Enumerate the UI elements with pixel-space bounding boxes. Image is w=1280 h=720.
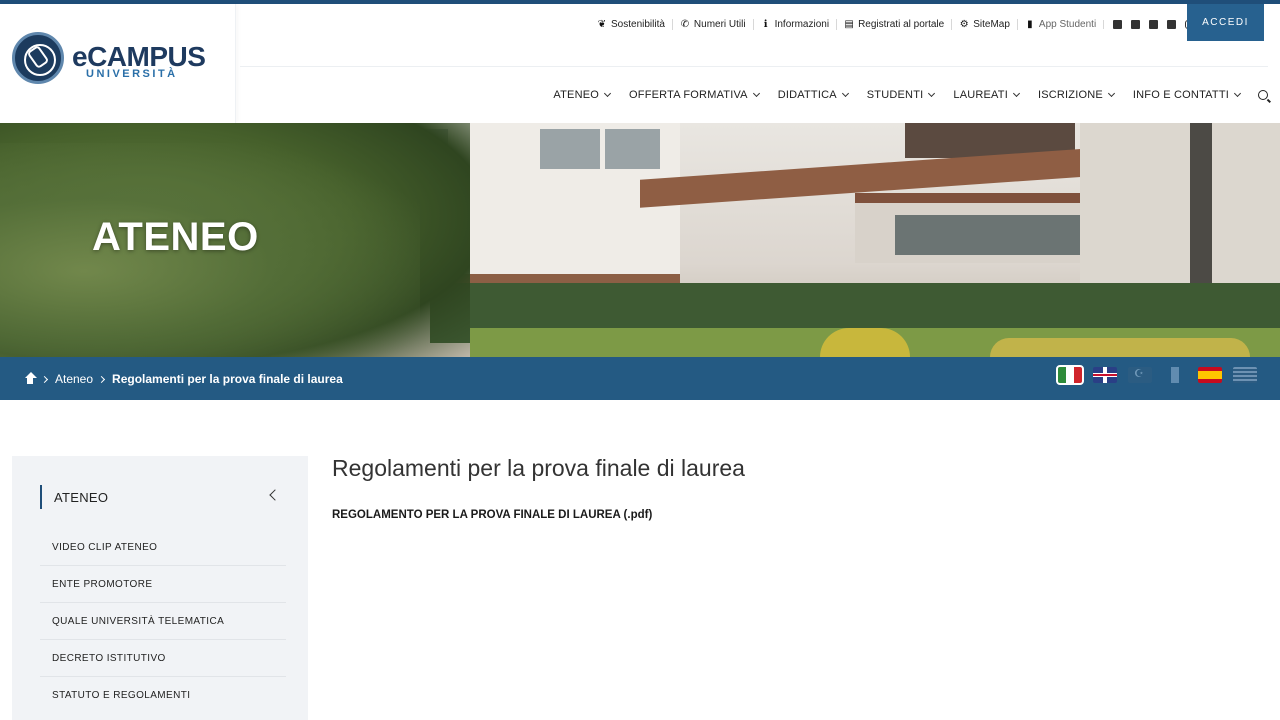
login-button[interactable]: ACCEDI [1187,4,1264,41]
flag-italian-icon[interactable] [1056,365,1084,385]
chevron-down-icon [1233,89,1242,98]
utility-link-informazioni[interactable]: ℹ Informazioni [754,18,838,30]
sidebar-item-statuto-regolamenti[interactable]: STATUTO E REGOLAMENTI [40,677,286,714]
home-icon[interactable] [24,372,37,384]
mobile-icon: ▮ [1027,18,1033,30]
sidebar-item-decreto-istitutivo[interactable]: DECRETO ISTITUTIVO [40,640,286,677]
nav-item-laureati[interactable]: LAUREATI [953,89,1020,101]
sidebar-item-ente-promotore[interactable]: ENTE PROMOTORE [40,566,286,603]
flag-greek-icon[interactable] [1233,367,1257,383]
twitter-icon[interactable] [1131,19,1141,29]
utility-link-label: Sostenibilità [611,18,665,30]
chevron-down-icon [841,89,849,98]
site-header: eCAMPUS UNIVERSITÀ ❦ Sostenibilità ✆ Num… [0,4,1280,123]
utility-link-label: SiteMap [973,18,1010,30]
search-icon[interactable] [1258,90,1268,100]
nav-item-studenti[interactable]: STUDENTI [866,89,936,101]
flag-french-icon[interactable] [1163,367,1187,383]
hero-photo-element [820,328,910,357]
hero-photo-element [990,338,1250,357]
nav-item-offerta-formativa[interactable]: OFFERTA FORMATIVA [629,89,760,101]
utility-link-label: Registrati al portale [858,18,945,30]
header-divider [240,66,1268,67]
utility-link-label: Numeri Utili [693,18,746,30]
logo-link[interactable]: eCAMPUS UNIVERSITÀ [0,4,236,123]
id-card-icon: ▤ [844,18,854,30]
brand-subtitle: UNIVERSITÀ [86,68,178,80]
flag-english-icon[interactable] [1093,367,1117,383]
nav-item-ateneo[interactable]: ATENEO [553,89,612,101]
chevron-right-icon [98,375,106,383]
nav-item-didattica[interactable]: DIDATTICA [777,89,849,101]
language-switcher [1056,365,1268,385]
page-title: Regolamenti per la prova finale di laure… [332,455,745,481]
chevron-down-icon [1012,89,1020,98]
breadcrumb-link-ateneo[interactable]: Ateneo [55,372,93,386]
utility-link-registrati[interactable]: ▤ Registrati al portale [837,18,953,30]
nav-item-info-contatti[interactable]: INFO E CONTATTI [1132,89,1242,101]
utility-link-sitemap[interactable]: ⚙ SiteMap [952,18,1018,30]
nav-item-label: INFO E CONTATTI [1132,89,1229,101]
breadcrumb-current: Regolamenti per la prova finale di laure… [112,372,343,386]
sidebar-menu: VIDEO CLIP ATENEO ENTE PROMOTORE QUALE U… [40,529,286,714]
hero-banner: ATENEO [0,123,1280,357]
nav-item-label: LAUREATI [953,89,1008,101]
linkedin-icon[interactable] [1167,19,1177,29]
nav-item-label: ATENEO [553,89,600,101]
sitemap-icon: ⚙ [959,18,969,30]
ecampus-logo-icon [12,32,64,84]
chevron-down-icon [928,89,936,98]
sidebar-item-universita-telematica[interactable]: QUALE UNIVERSITÀ TELEMATICA [40,603,286,640]
chevron-down-icon [603,89,612,98]
nav-item-label: ISCRIZIONE [1037,89,1103,101]
chevron-right-icon [40,375,49,383]
pdf-document-link[interactable]: REGOLAMENTO PER LA PROVA FINALE DI LAURE… [332,509,652,521]
chevron-down-icon [752,89,760,98]
breadcrumb: Ateneo Regolamenti per la prova finale d… [24,372,343,386]
main-nav: ATENEO OFFERTA FORMATIVA DIDATTICA STUDE… [553,88,1268,102]
breadcrumb-bar: Ateneo Regolamenti per la prova finale d… [0,357,1280,400]
utility-link-numeri-utili[interactable]: ✆ Numeri Utili [673,18,754,30]
sidebar-heading: ATENEO [40,485,108,509]
social-links [1103,19,1195,29]
utility-link-app-studenti[interactable]: ▮ App Studenti [1018,19,1103,30]
utility-nav: ❦ Sostenibilità ✆ Numeri Utili ℹ Informa… [590,16,1195,32]
nav-item-iscrizione[interactable]: ISCRIZIONE [1037,89,1115,101]
nav-item-label: STUDENTI [866,89,924,101]
utility-link-label: Informazioni [774,18,830,30]
youtube-icon[interactable] [1149,19,1159,29]
phone-icon: ✆ [680,18,690,30]
flag-spanish-icon[interactable] [1198,367,1222,383]
info-icon: ℹ [763,18,768,30]
hero-title: ATENEO [92,215,259,259]
sidebar: ATENEO VIDEO CLIP ATENEO ENTE PROMOTORE … [12,456,308,720]
leaf-icon: ❦ [597,18,607,30]
utility-link-label: App Studenti [1038,18,1097,30]
chevron-down-icon [1107,89,1115,98]
chevron-left-icon[interactable] [269,489,281,501]
utility-link-sostenibilita[interactable]: ❦ Sostenibilità [590,18,673,30]
hero-photo-element [605,129,660,169]
flag-turkish-icon[interactable] [1128,367,1152,383]
facebook-icon[interactable] [1113,19,1123,29]
nav-item-label: OFFERTA FORMATIVA [629,89,748,101]
hero-photo-element [540,129,600,169]
nav-item-label: DIDATTICA [777,89,837,101]
sidebar-item-video-clip[interactable]: VIDEO CLIP ATENEO [40,529,286,566]
